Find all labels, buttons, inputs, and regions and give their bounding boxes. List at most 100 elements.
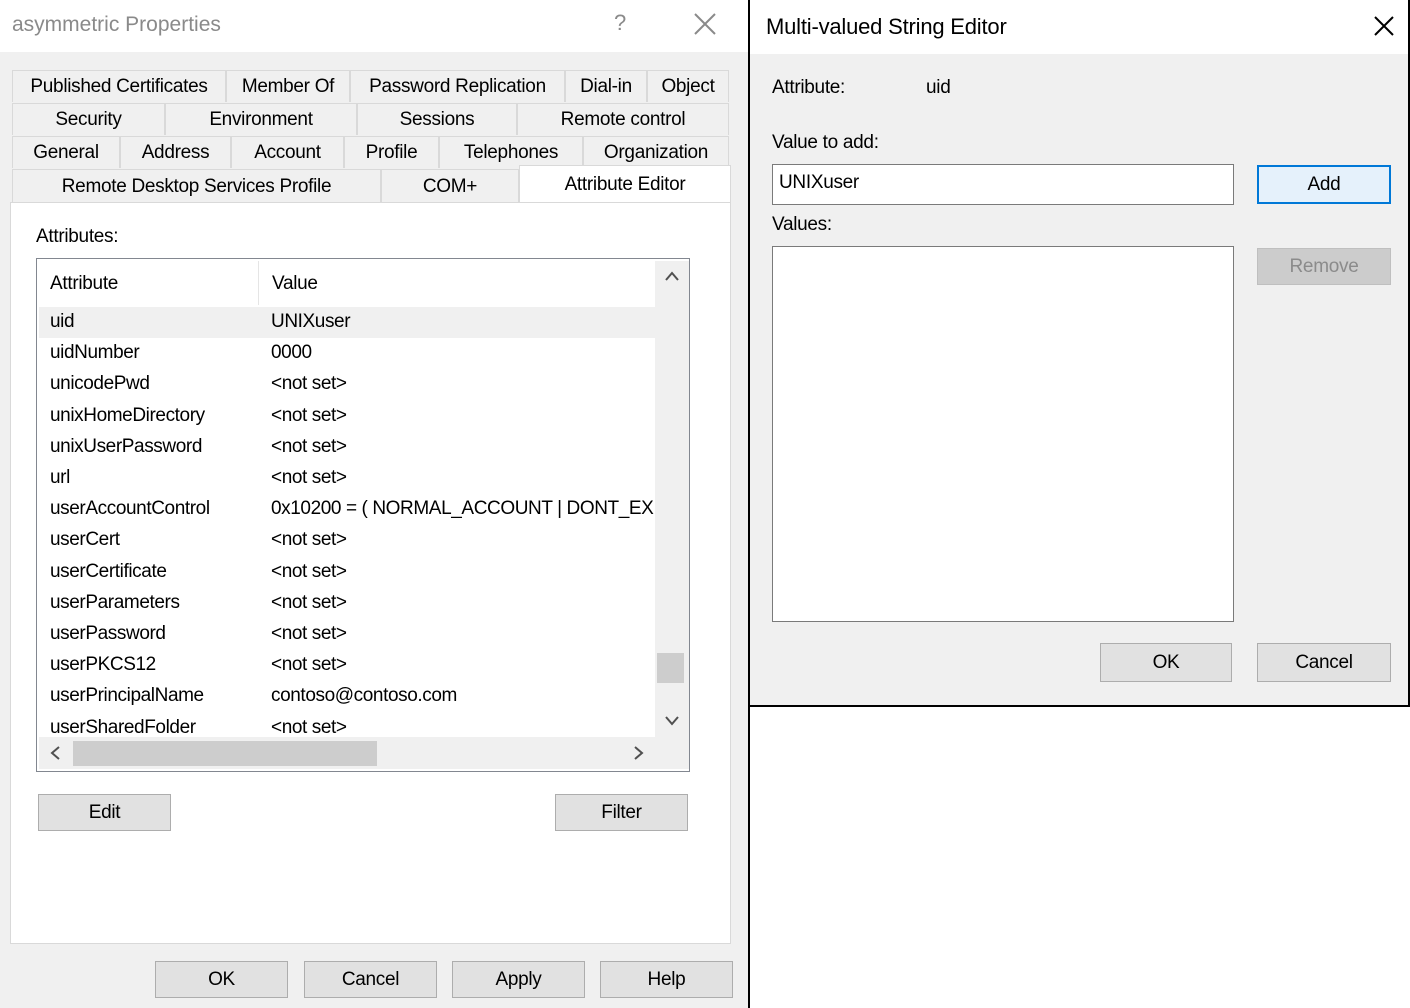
- tab-strip: Published Certificates Member Of Passwor…: [0, 52, 748, 203]
- attribute-name-cell: url: [50, 467, 70, 488]
- tab-profile[interactable]: Profile: [344, 136, 439, 168]
- editor-title-bar: Multi-valued String Editor: [750, 0, 1408, 54]
- table-row[interactable]: userAccountControl 0x10200 = ( NORMAL_ACC…: [39, 494, 655, 525]
- tab-address[interactable]: Address: [120, 136, 231, 168]
- column-header-attribute[interactable]: Attribute: [37, 261, 258, 307]
- table-row[interactable]: userCert <not set>: [39, 525, 655, 556]
- attribute-name-cell: userPKCS12: [50, 654, 156, 676]
- help-icon[interactable]: ?: [614, 10, 626, 36]
- table-row[interactable]: unixHomeDirectory <not set>: [39, 401, 655, 432]
- tab-telephones[interactable]: Telephones: [439, 136, 583, 168]
- attribute-label: Attribute:: [772, 77, 846, 98]
- tab-sessions[interactable]: Sessions: [357, 103, 517, 135]
- attribute-name-value: uid: [926, 77, 951, 98]
- attribute-value-cell: <not set>: [271, 716, 347, 738]
- values-list[interactable]: [772, 246, 1234, 622]
- tab-dial-in[interactable]: Dial-in: [565, 70, 647, 102]
- attribute-value-cell: <not set>: [271, 404, 347, 426]
- horizontal-scroll-thumb[interactable]: [73, 741, 377, 766]
- tab-organization[interactable]: Organization: [583, 136, 729, 168]
- attribute-name-cell: unixUserPassword: [50, 435, 202, 457]
- tab-published-certificates[interactable]: Published Certificates: [12, 70, 226, 102]
- editor-close-icon[interactable]: [1370, 12, 1398, 40]
- help-button[interactable]: Help: [600, 961, 733, 998]
- tab-object[interactable]: Object: [647, 70, 729, 102]
- tab-environment[interactable]: Environment: [165, 103, 357, 135]
- attribute-name-cell: userAccountControl: [50, 498, 210, 520]
- attribute-value-cell: <not set>: [271, 373, 347, 395]
- editor-cancel-button[interactable]: Cancel: [1257, 643, 1391, 682]
- table-row[interactable]: unixUserPassword <not set>: [39, 432, 655, 463]
- tab-security[interactable]: Security: [12, 103, 165, 135]
- editor-title: Multi-valued String Editor: [766, 14, 1007, 39]
- tab-general[interactable]: General: [12, 136, 120, 168]
- attribute-name-cell: userCert: [50, 529, 120, 551]
- apply-button[interactable]: Apply: [452, 961, 585, 998]
- scroll-up-icon[interactable]: [664, 269, 680, 287]
- dialog-title: asymmetric Properties: [12, 13, 221, 36]
- add-button[interactable]: Add: [1257, 165, 1391, 204]
- table-row[interactable]: uidNumber 0000: [39, 338, 655, 369]
- attribute-value-cell: <not set>: [271, 467, 347, 488]
- scroll-left-icon[interactable]: [49, 745, 61, 766]
- value-to-add-text: UNIXuser: [779, 172, 859, 193]
- attribute-value-cell: <not set>: [271, 623, 347, 644]
- tab-member-of[interactable]: Member Of: [226, 70, 350, 102]
- filter-button[interactable]: Filter: [555, 794, 688, 831]
- table-row[interactable]: userCertificate <not set>: [39, 557, 655, 588]
- tab-com-plus[interactable]: COM+: [381, 169, 519, 203]
- tab-password-replication[interactable]: Password Replication: [350, 70, 565, 102]
- attribute-name-cell: userPassword: [50, 623, 166, 644]
- table-row[interactable]: userParameters <not set>: [39, 588, 655, 619]
- scrollbar-corner: [655, 737, 689, 769]
- tab-remote-control[interactable]: Remote control: [517, 103, 729, 135]
- tab-attribute-editor[interactable]: Attribute Editor: [519, 165, 731, 203]
- tab-account[interactable]: Account: [231, 136, 344, 168]
- attribute-value-cell: UNIXuser: [271, 311, 351, 332]
- table-row[interactable]: unicodePwd <not set>: [39, 369, 655, 400]
- attribute-value-cell: <not set>: [271, 560, 347, 582]
- tab-remote-desktop-services-profile[interactable]: Remote Desktop Services Profile: [12, 169, 381, 203]
- close-icon[interactable]: [690, 9, 720, 39]
- horizontal-scrollbar[interactable]: [39, 737, 655, 769]
- remove-button: Remove: [1257, 248, 1391, 285]
- table-row[interactable]: userPKCS12 <not set>: [39, 650, 655, 681]
- attribute-name-cell: unixHomeDirectory: [50, 404, 205, 426]
- attribute-name-cell: uidNumber: [50, 342, 140, 364]
- cancel-button[interactable]: Cancel: [304, 961, 437, 998]
- vertical-scroll-thumb[interactable]: [657, 653, 684, 683]
- vertical-scrollbar[interactable]: [655, 261, 689, 737]
- column-header-value[interactable]: Value: [259, 261, 655, 307]
- scroll-down-icon[interactable]: [664, 713, 680, 731]
- table-row[interactable]: userPassword <not set>: [39, 619, 655, 650]
- table-row[interactable]: userPrincipalName contoso@contoso.com: [39, 681, 655, 712]
- attribute-value-cell: <not set>: [271, 435, 347, 457]
- edit-button[interactable]: Edit: [38, 794, 171, 831]
- attribute-name-cell: uid: [50, 311, 75, 332]
- attribute-name-cell: userSharedFolder: [50, 716, 196, 738]
- attribute-value-cell: <not set>: [271, 529, 347, 551]
- table-row[interactable]: url <not set>: [39, 463, 655, 494]
- attribute-name-cell: unicodePwd: [50, 373, 150, 395]
- attributes-list[interactable]: Attribute Value uid UNIXuser uidNumber 0000…: [36, 258, 690, 772]
- attribute-value-cell: contoso@contoso.com: [271, 685, 457, 707]
- editor-ok-button[interactable]: OK: [1100, 643, 1232, 682]
- attribute-value-cell: <not set>: [271, 654, 347, 676]
- value-to-add-label: Value to add:: [772, 132, 879, 153]
- table-row[interactable]: uid UNIXuser: [39, 307, 655, 338]
- attribute-name-cell: userCertificate: [50, 560, 167, 582]
- attribute-name-cell: userParameters: [50, 591, 180, 613]
- value-to-add-input[interactable]: UNIXuser: [772, 164, 1234, 205]
- ok-button[interactable]: OK: [155, 961, 288, 998]
- title-bar: asymmetric Properties ?: [0, 0, 748, 52]
- scroll-right-icon[interactable]: [633, 745, 645, 766]
- window-edge: [748, 707, 750, 1008]
- attribute-value-cell: 0000: [271, 342, 312, 364]
- attribute-value-cell: 0x10200 = ( NORMAL_ACCOUNT | DONT_EXPIRE…: [271, 498, 655, 520]
- attributes-label: Attributes:: [36, 226, 119, 247]
- properties-dialog: asymmetric Properties ? Published Certif…: [0, 0, 748, 1008]
- attribute-name-cell: userPrincipalName: [50, 685, 204, 707]
- attribute-value-cell: <not set>: [271, 591, 347, 613]
- values-label: Values:: [772, 214, 832, 235]
- multi-valued-string-editor: Multi-valued String Editor Attribute: ui…: [748, 0, 1410, 707]
